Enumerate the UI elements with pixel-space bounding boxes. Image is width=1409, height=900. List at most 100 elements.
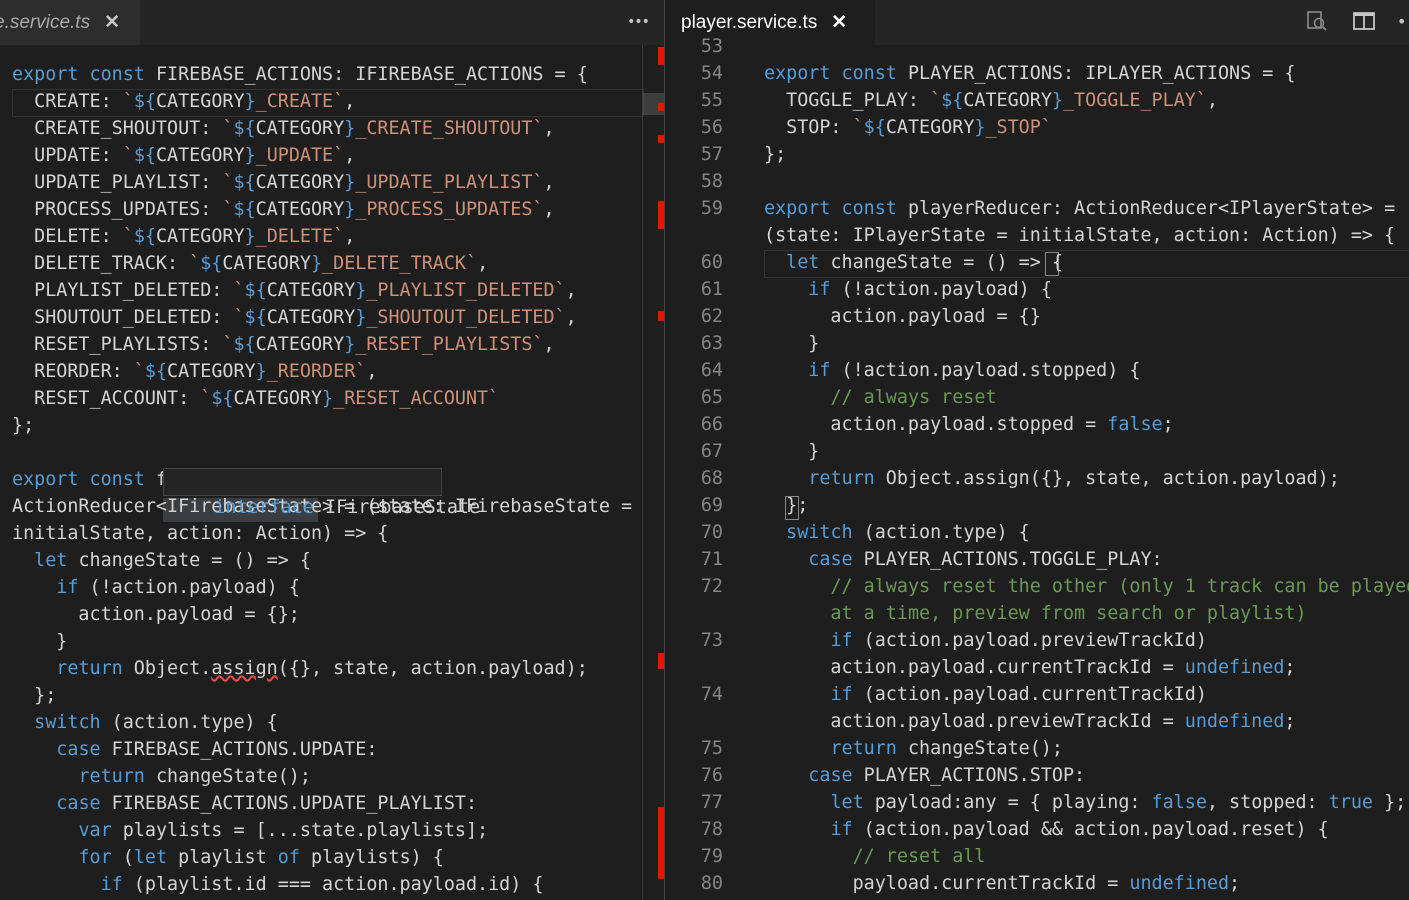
code-line[interactable]: // always reset <box>764 384 996 411</box>
code-line[interactable]: action.payload.stopped = false; <box>764 411 1173 438</box>
more-actions-icon[interactable]: • <box>1397 10 1409 34</box>
code-line[interactable]: case FIREBASE_ACTIONS.UPDATE_PLAYLIST: <box>12 790 477 817</box>
code-token: } <box>974 117 986 138</box>
code-line[interactable]: RESET_PLAYLISTS: `${CATEGORY}_RESET_PLAY… <box>12 331 554 358</box>
code-token: export <box>12 64 79 85</box>
code-line[interactable]: export const PLAYER_ACTIONS: IPLAYER_ACT… <box>764 60 1296 87</box>
code-token: assign <box>211 658 278 679</box>
code-line[interactable]: export const f <box>12 466 167 493</box>
code-token: playlists = [...state.playlists]; <box>111 820 489 841</box>
line-number: 58 <box>700 171 723 192</box>
code-token: let <box>830 792 864 813</box>
code-line[interactable]: case PLAYER_ACTIONS.STOP: <box>764 762 1085 789</box>
code-line[interactable]: let changeState = () => { <box>12 547 311 574</box>
tab-e-service[interactable]: e.service.ts ✕ <box>0 0 140 45</box>
line-number: 66 <box>700 414 723 435</box>
code-line[interactable]: if (action.payload && action.payload.res… <box>764 816 1328 843</box>
code-token: (state: IPlayerState = initialState, act… <box>764 225 1396 246</box>
code-line[interactable]: } <box>764 438 819 465</box>
code-line[interactable]: }; <box>764 141 786 168</box>
code-line[interactable]: // always reset the other (only 1 track … <box>764 573 1409 600</box>
code-token: } <box>355 307 367 328</box>
code-token: RESET_ACCOUNT: <box>12 388 201 409</box>
code-line[interactable]: export const FIREBASE_ACTIONS: IFIREBASE… <box>12 61 588 88</box>
code-line[interactable]: var playlists = [...state.playlists]; <box>12 817 488 844</box>
code-line[interactable]: at a time, preview from search or playli… <box>764 600 1307 627</box>
code-token: at a time, preview from search or playli… <box>830 603 1307 624</box>
code-line[interactable]: if (!action.payload) { <box>12 574 300 601</box>
code-line[interactable]: DELETE: `${CATEGORY}_DELETE`, <box>12 223 355 250</box>
code-line[interactable]: if (!action.payload) { <box>764 276 1052 303</box>
code-token: var <box>78 820 112 841</box>
code-line[interactable]: for (let playlist of playlists) { <box>12 844 443 871</box>
code-line[interactable]: return changeState(); <box>764 735 1063 762</box>
code-line[interactable]: SHOUTOUT_DELETED: `${CATEGORY}_SHOUTOUT_… <box>12 304 577 331</box>
code-line[interactable]: }; <box>12 682 56 709</box>
code-line[interactable]: switch (action.type) { <box>12 709 278 736</box>
code-line[interactable]: (state: IPlayerState = initialState, act… <box>764 222 1395 249</box>
code-line[interactable]: if (action.payload.currentTrackId) <box>764 681 1207 708</box>
code-line[interactable]: if (playlist.id === action.payload.id) { <box>12 871 544 898</box>
code-line[interactable]: initialState, action: Action) => { <box>12 520 388 547</box>
overview-ruler[interactable] <box>642 45 664 900</box>
code-line[interactable]: let payload:any = { playing: false, stop… <box>764 789 1406 816</box>
code-line[interactable]: TOGGLE_PLAY: `${CATEGORY}_TOGGLE_PLAY`, <box>764 87 1218 114</box>
code-line[interactable]: }; <box>12 412 34 439</box>
code-line[interactable]: DELETE_TRACK: `${CATEGORY}_DELETE_TRACK`… <box>12 250 488 277</box>
code-line[interactable]: } <box>12 628 67 655</box>
code-line[interactable]: action.payload.previewTrackId = undefine… <box>764 708 1295 735</box>
line-number: 73 <box>700 630 723 651</box>
code-line[interactable]: RESET_ACCOUNT: `${CATEGORY}_RESET_ACCOUN… <box>12 385 499 412</box>
code-line[interactable]: }; <box>764 492 808 519</box>
code-line[interactable]: CREATE: `${CATEGORY}_CREATE`, <box>12 88 355 115</box>
more-actions-icon[interactable]: ••• <box>624 10 652 34</box>
code-token: // reset all <box>852 846 986 867</box>
code-line[interactable]: switch (action.type) { <box>764 519 1030 546</box>
code-line[interactable]: export const playerReducer: ActionReduce… <box>764 195 1395 222</box>
code-line[interactable]: case PLAYER_ACTIONS.TOGGLE_PLAY: <box>764 546 1162 573</box>
code-line[interactable]: if (!action.payload.stopped) { <box>764 357 1140 384</box>
code-line[interactable]: UPDATE: `${CATEGORY}_UPDATE`, <box>12 142 355 169</box>
open-changes-icon[interactable] <box>1303 10 1329 34</box>
close-icon[interactable]: ✕ <box>831 0 847 45</box>
code-token: case <box>56 739 101 760</box>
code-token: (action.payload.currentTrackId) <box>852 684 1207 705</box>
code-token: ${ <box>233 199 256 220</box>
code-line[interactable]: CREATE_SHOUTOUT: `${CATEGORY}_CREATE_SHO… <box>12 115 554 142</box>
code-line[interactable]: let changeState = () => { <box>764 249 1063 276</box>
code-line[interactable]: STOP: `${CATEGORY}_STOP` <box>764 114 1052 141</box>
code-line[interactable]: return changeState(); <box>12 763 311 790</box>
code-line[interactable]: REORDER: `${CATEGORY}_REORDER`, <box>12 358 377 385</box>
hover-tooltip: interface IFirebaseState <box>163 468 480 518</box>
code-line[interactable]: case FIREBASE_ACTIONS.UPDATE: <box>12 736 377 763</box>
code-line[interactable]: UPDATE_PLAYLIST: `${CATEGORY}_UPDATE_PLA… <box>12 169 554 196</box>
code-line[interactable]: payload.currentTrackId = undefined; <box>764 870 1241 897</box>
code-token: } <box>344 118 356 139</box>
code-token: CATEGORY <box>255 199 345 220</box>
code-line[interactable]: PROCESS_UPDATES: `${CATEGORY}_PROCESS_UP… <box>12 196 554 223</box>
left-tab-bar: e.service.ts ✕ ••• <box>0 0 664 45</box>
code-line[interactable]: return Object.assign({}, state, action.p… <box>764 465 1339 492</box>
code-token: ` <box>122 226 134 247</box>
code-token: } <box>355 280 367 301</box>
code-line[interactable]: action.payload = {}; <box>12 601 299 628</box>
code-line[interactable]: action.payload = {} <box>764 303 1040 330</box>
code-line[interactable]: return Object.assign({}, state, action.p… <box>12 655 587 682</box>
split-editor-icon[interactable] <box>1351 10 1377 34</box>
code-line[interactable]: if (action.payload.previewTrackId) <box>764 627 1206 654</box>
code-token: ${ <box>133 145 156 166</box>
line-number: 80 <box>700 873 723 894</box>
code-line[interactable]: PLAYLIST_DELETED: `${CATEGORY}_PLAYLIST_… <box>12 277 577 304</box>
code-token: CATEGORY <box>266 307 356 328</box>
code-token: ${ <box>244 307 267 328</box>
code-token: case <box>56 793 101 814</box>
code-token: ` <box>122 91 134 112</box>
line-number <box>665 708 723 735</box>
code-token: ${ <box>863 117 886 138</box>
code-token: _SHOUTOUT_DELETED` <box>366 307 566 328</box>
close-icon[interactable]: ✕ <box>104 0 120 45</box>
code-line[interactable]: } <box>764 330 819 357</box>
code-line[interactable]: action.payload.currentTrackId = undefine… <box>764 654 1295 681</box>
code-line[interactable]: // reset all <box>764 843 986 870</box>
